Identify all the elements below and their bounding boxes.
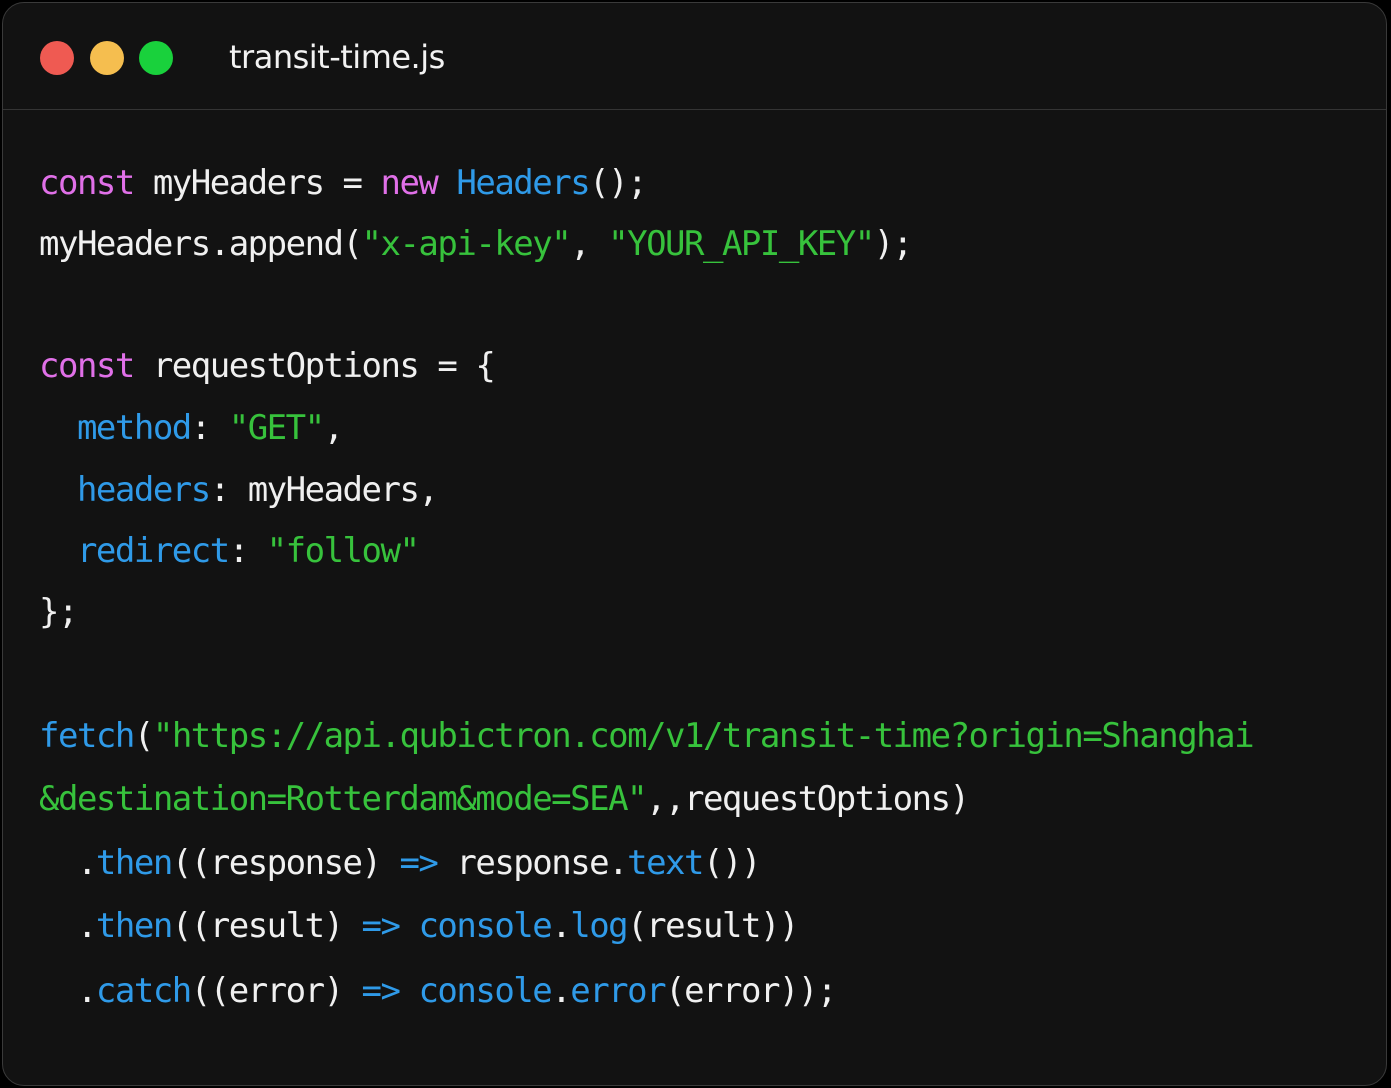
code-token: "YOUR_API_KEY" [608, 224, 875, 264]
code-line: .then((result) => console.log(result)) [39, 904, 799, 948]
code-token: then [95, 906, 173, 946]
code-line: fetch("https://api.qubictron.com/v1/tran… [39, 714, 1255, 758]
code-line: method: "GET", [39, 406, 344, 450]
code-token: &destination=Rotterdam&mode=SEA" [39, 779, 648, 819]
code-token: : [228, 531, 267, 571]
code-line: &destination=Rotterdam&mode=SEA",,reques… [39, 777, 970, 821]
code-token: : myHeaders, [209, 470, 439, 510]
code-token: (error)); [665, 971, 837, 1011]
code-token: "x-api-key" [361, 224, 572, 264]
code-line: const myHeaders = new Headers(); [39, 161, 648, 205]
code-token: => [361, 906, 401, 946]
code-token: "follow" [266, 531, 420, 571]
code-token: new [380, 163, 438, 203]
code-token: error [570, 971, 666, 1011]
code-token: ); [873, 224, 913, 264]
code-window: transit-time.js const myHeaders = new He… [2, 2, 1387, 1086]
code-token: const [39, 163, 135, 203]
close-button[interactable] [40, 41, 74, 75]
title-bar: transit-time.js [3, 3, 1386, 110]
code-line: .catch((error) => console.error(error)); [39, 969, 837, 1013]
code-token: ( [133, 716, 154, 756]
code-token: ,,requestOptions) [646, 779, 970, 819]
code-token: . [39, 906, 97, 946]
minimize-button[interactable] [90, 41, 124, 75]
code-token: => [361, 971, 401, 1011]
code-token: requestOptions = { [133, 346, 496, 386]
code-token: . [39, 843, 97, 883]
code-token: ()) [703, 843, 761, 883]
code-token: . [551, 906, 571, 946]
code-token: => [399, 843, 438, 883]
code-token: method [76, 408, 192, 448]
code-token: "https://api.qubictron.com/v1/transit-ti… [152, 716, 1255, 756]
code-token: (); [589, 163, 647, 203]
code-line: const requestOptions = { [39, 344, 496, 388]
code-token: catch [95, 971, 192, 1011]
code-token: : [190, 408, 229, 448]
code-token: redirect [76, 531, 230, 571]
code-token: myHeaders = [133, 163, 381, 203]
code-token: . [551, 971, 571, 1011]
code-token: then [95, 843, 173, 883]
code-token: log [570, 906, 628, 946]
code-line: }; [39, 590, 78, 634]
code-token: , [323, 408, 344, 448]
file-title: transit-time.js [229, 38, 445, 76]
code-token: Headers [456, 163, 590, 203]
code-token: ((response) [171, 843, 400, 883]
code-token: response. [437, 843, 628, 883]
code-token: "GET" [228, 408, 325, 448]
code-token: console [418, 971, 552, 1011]
code-token: ((result) [171, 906, 362, 946]
code-token: ((error) [190, 971, 362, 1011]
code-token: fetch [39, 716, 135, 756]
code-token: . [39, 971, 97, 1011]
code-line: .then((response) => response.text()) [39, 841, 761, 885]
code-token: headers [76, 470, 211, 510]
code-token: }; [39, 592, 78, 632]
code-token: , [570, 224, 609, 264]
code-line: headers: myHeaders, [39, 468, 439, 512]
code-token: const [39, 346, 135, 386]
code-token: text [627, 843, 704, 883]
code-token: console [418, 906, 552, 946]
code-line: redirect: "follow" [39, 529, 420, 573]
code-token: myHeaders.append( [39, 224, 363, 264]
code-token: (result)) [627, 906, 799, 946]
maximize-button[interactable] [139, 41, 173, 75]
code-line: myHeaders.append("x-api-key", "YOUR_API_… [39, 222, 913, 266]
